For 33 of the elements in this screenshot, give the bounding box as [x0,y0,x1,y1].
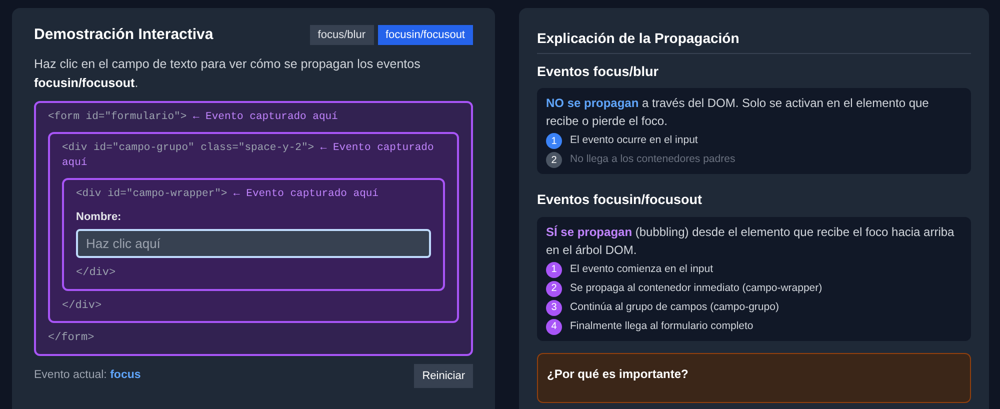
step-number: 3 [546,300,562,316]
tab[interactable]: focusin/focusout [378,25,473,46]
input-field[interactable]: Haz clic aquí [76,229,431,258]
info-text: SÍ se propagan (bubbling) desde el elemento que recibe el foco hacia arriba en el árbol DOM. [546,224,956,258]
step-text: El evento comienza en el input [570,262,714,277]
info-text: NO se propagan a través del DOM. Solo se activan en el elemento que recibe o pierde el foco. [546,95,930,130]
card-title: Explicación de la Propagación [537,28,971,54]
status-label: Evento actual: [34,369,107,382]
step-text: No llega a los contenedores padres [570,152,736,168]
field-label: Nombre: [76,210,122,224]
card-title: Demostración Interactiva [34,25,214,45]
code-text: </div> [76,266,117,281]
step-number: 4 [546,318,562,334]
code-line: <div id="campo-grupo" class="space-y-2"> ← Evento capturado aquí [62,140,435,170]
step-text: El evento ocurre en el input [570,133,698,148]
section-heading: Eventos focus/blur [537,63,660,81]
step-text: Continúa al grupo de campos (campo-grupo) [570,300,779,315]
code-text: </form> [48,331,96,346]
tab[interactable]: focus/blur [310,25,374,46]
intro-text: Haz clic en el campo de texto para ver cómo se propagan los eventos focusin/focusout. [34,56,422,92]
step-text: Se propaga al contenedor inmediato (campo-wrapper) [570,280,822,296]
note-title: ¿Por qué es importante? [547,366,688,380]
step-number: 1 [546,262,562,278]
code-text: </div> [62,298,103,314]
step-number: 2 [546,280,562,296]
status-value: focus [110,369,141,382]
section-heading: Eventos focusin/focusout [537,191,704,210]
reset-button[interactable]: Reiniciar [414,364,473,388]
code-line: <div id="campo-wrapper"> ← Evento capturado aquí [76,186,380,202]
step-number: 1 [546,133,562,150]
step-text: Finalmente llega al formulario completo [570,318,754,334]
code-line: <form id="formulario"> ← Evento capturado aquí [48,110,339,124]
step-number: 2 [546,152,562,168]
